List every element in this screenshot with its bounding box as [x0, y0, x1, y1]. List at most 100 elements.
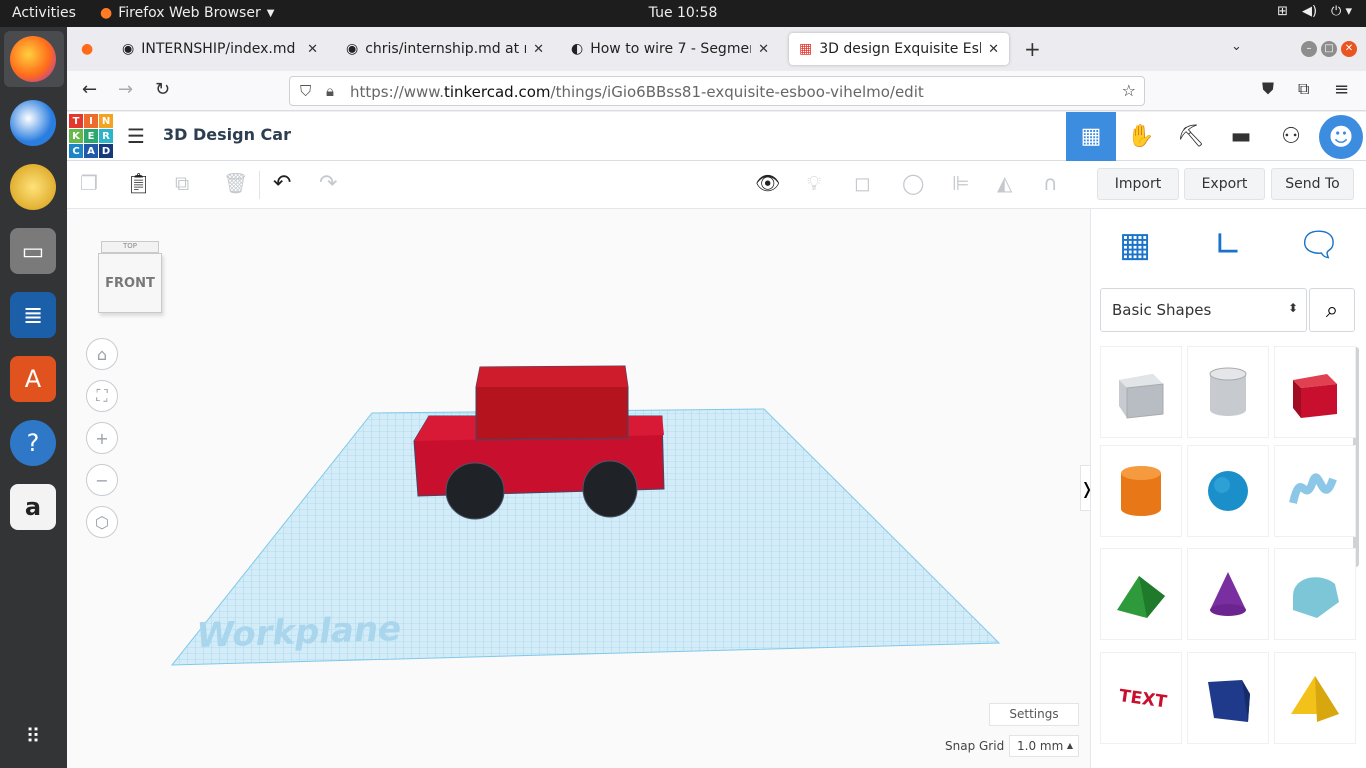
writer-icon[interactable]: ≣ — [10, 292, 56, 338]
maximize-icon[interactable]: □ — [1321, 41, 1337, 57]
bookmark-star-icon[interactable]: ☆ — [1122, 81, 1136, 100]
system-tray[interactable]: ⊞ ◀) ⏻ ▾ — [1277, 4, 1352, 19]
url-bar[interactable]: ⛉ 🔒︎ https://www.tinkercad.com/things/iG… — [289, 76, 1145, 106]
front-wheel[interactable] — [445, 462, 505, 520]
notes-icon[interactable]: 🗨︎ — [1297, 223, 1341, 267]
paste-icon[interactable]: 📋︎ — [126, 171, 151, 195]
3d-view-grid-icon[interactable]: ▦ — [1066, 112, 1116, 161]
shape-pyramid[interactable] — [1274, 652, 1356, 744]
3d-viewport[interactable]: TOP FRONT ⌂ ⛶ + − ⬡ Workplane Settings S… — [67, 209, 1094, 768]
tinkercad-header: T I N K E R C A D ☰ 3D Design Car ▦ ✋ ⛏ … — [67, 112, 1366, 161]
copy-icon[interactable]: ❐ — [80, 171, 98, 195]
settings-button[interactable]: Settings — [989, 703, 1079, 726]
logo-letter: D — [99, 144, 113, 158]
pinned-tab[interactable]: ● — [75, 33, 103, 65]
tab-chris-internship[interactable]: ◉ chris/internship.md at ma ✕ — [336, 33, 554, 65]
caret-down-icon: ▼ — [266, 7, 275, 19]
software-icon[interactable]: A — [10, 356, 56, 402]
notes-bulb-icon[interactable]: 💡︎ — [807, 171, 821, 195]
close-icon[interactable]: ✕ — [758, 42, 769, 57]
snap-grid-label: Snap Grid — [945, 739, 1005, 753]
shape-box[interactable] — [1274, 346, 1356, 438]
shape-category-value: Basic Shapes — [1112, 301, 1212, 319]
close-icon[interactable]: ✕ — [533, 42, 544, 57]
align-icon[interactable]: ⊫ — [952, 171, 969, 195]
user-avatar-icon: ☻ — [1319, 114, 1363, 159]
mirror-icon[interactable]: ◭ — [997, 171, 1012, 195]
add-user-icon[interactable]: ⚇ — [1266, 112, 1316, 161]
tab-tinkercad[interactable]: ▦ 3D design Exquisite Esbo ✕ — [789, 33, 1009, 65]
firefox-small-icon: ● — [100, 5, 113, 21]
shape-wedge[interactable] — [1187, 652, 1269, 744]
undo-icon[interactable]: ↶ — [273, 171, 291, 196]
forward-icon[interactable]: → — [118, 79, 133, 100]
amazon-icon[interactable]: a — [10, 484, 56, 530]
logo-letter: E — [84, 129, 98, 143]
bricks-pickaxe-icon[interactable]: ⛏ — [1166, 112, 1216, 161]
snap-grid-select[interactable]: 1.0 mm ▲ — [1009, 735, 1079, 757]
logo-letter: K — [69, 129, 83, 143]
shape-box-hole[interactable] — [1100, 346, 1182, 438]
workplane-grid-icon[interactable]: ▦ — [1113, 223, 1157, 267]
shape-cylinder[interactable] — [1100, 445, 1182, 537]
shield-icon[interactable]: ⛉ — [300, 82, 311, 100]
close-icon[interactable]: ✕ — [988, 42, 999, 57]
globe-icon: ◐ — [571, 41, 584, 57]
shape-scribble[interactable] — [1274, 445, 1356, 537]
shape-text[interactable]: TEXT — [1100, 652, 1182, 744]
import-button[interactable]: Import — [1097, 168, 1179, 200]
snap-grid-value: 1.0 mm — [1017, 739, 1064, 753]
pocket-icon[interactable]: ⛊ — [1262, 79, 1274, 99]
help-icon[interactable]: ? — [10, 420, 56, 466]
shape-category-select[interactable]: Basic Shapes ⬍ — [1100, 288, 1307, 332]
delete-icon[interactable]: 🗑︎ — [223, 171, 248, 195]
files-icon[interactable]: ▭ — [10, 228, 56, 274]
shape-sphere[interactable] — [1187, 445, 1269, 537]
solid-shape-icon[interactable]: ◻ — [854, 171, 871, 195]
ruler-icon[interactable]: ∟ — [1206, 223, 1250, 267]
firefox-icon[interactable] — [10, 36, 56, 82]
redo-icon[interactable]: ↷ — [319, 171, 337, 196]
minimize-icon[interactable]: – — [1301, 41, 1317, 57]
workplane-scene[interactable]: Workplane — [67, 209, 1090, 768]
power-icon: ⏻ ▾ — [1331, 4, 1352, 19]
avatar[interactable]: ☻ — [1316, 112, 1366, 161]
svg-text:TEXT: TEXT — [1118, 686, 1169, 713]
tab-internship-index[interactable]: ◉ INTERNSHIP/index.md at ✕ — [112, 33, 328, 65]
hole-shape-icon[interactable]: ◯ — [902, 171, 924, 195]
send-to-button[interactable]: Send To — [1271, 168, 1354, 200]
list-all-tabs-icon[interactable]: ⌄ — [1231, 39, 1242, 54]
thunderbird-icon[interactable] — [10, 100, 56, 146]
rear-wheel[interactable] — [582, 460, 638, 518]
blocks-icon[interactable]: ✋ — [1116, 112, 1166, 161]
tab-title: chris/internship.md at ma — [365, 41, 526, 57]
new-tab-icon[interactable]: + — [1024, 37, 1041, 61]
caret-up-icon: ▲ — [1066, 741, 1073, 750]
menu-icon[interactable]: ≡ — [1334, 79, 1349, 100]
lego-brick-icon[interactable]: ▬ — [1216, 112, 1266, 161]
close-window-icon[interactable]: ✕ — [1341, 41, 1357, 57]
app-grid-icon[interactable]: ⠿ — [10, 713, 56, 759]
shape-cylinder-hole[interactable] — [1187, 346, 1269, 438]
duplicate-icon[interactable]: ⧉ — [175, 171, 189, 195]
rhythmbox-icon[interactable] — [10, 164, 56, 210]
dock: ▭ ≣ A ? a ⠿ — [0, 27, 67, 768]
app-menu[interactable]: ● Firefox Web Browser ▼ — [100, 5, 274, 21]
design-title[interactable]: 3D Design Car — [163, 125, 291, 144]
close-icon[interactable]: ✕ — [307, 42, 318, 57]
reload-icon[interactable]: ↻ — [155, 79, 170, 100]
extensions-icon[interactable]: ⧉ — [1298, 79, 1309, 99]
lock-icon[interactable]: 🔒︎ — [326, 82, 334, 100]
tinkercad-logo[interactable]: T I N K E R C A D — [69, 114, 113, 158]
show-all-icon[interactable]: 👁︎ — [755, 171, 780, 195]
tab-7-segment[interactable]: ◐ How to wire 7 - Segment ✕ — [561, 33, 779, 65]
activities-button[interactable]: Activities — [12, 5, 76, 21]
shape-round-roof[interactable] — [1274, 548, 1356, 640]
back-icon[interactable]: ← — [82, 79, 97, 100]
magnet-icon[interactable]: ∩ — [1043, 171, 1058, 195]
shape-cone[interactable] — [1187, 548, 1269, 640]
shape-roof[interactable] — [1100, 548, 1182, 640]
export-button[interactable]: Export — [1184, 168, 1265, 200]
search-icon[interactable]: ⌕ — [1309, 288, 1355, 332]
design-list-icon[interactable]: ☰ — [127, 124, 145, 148]
